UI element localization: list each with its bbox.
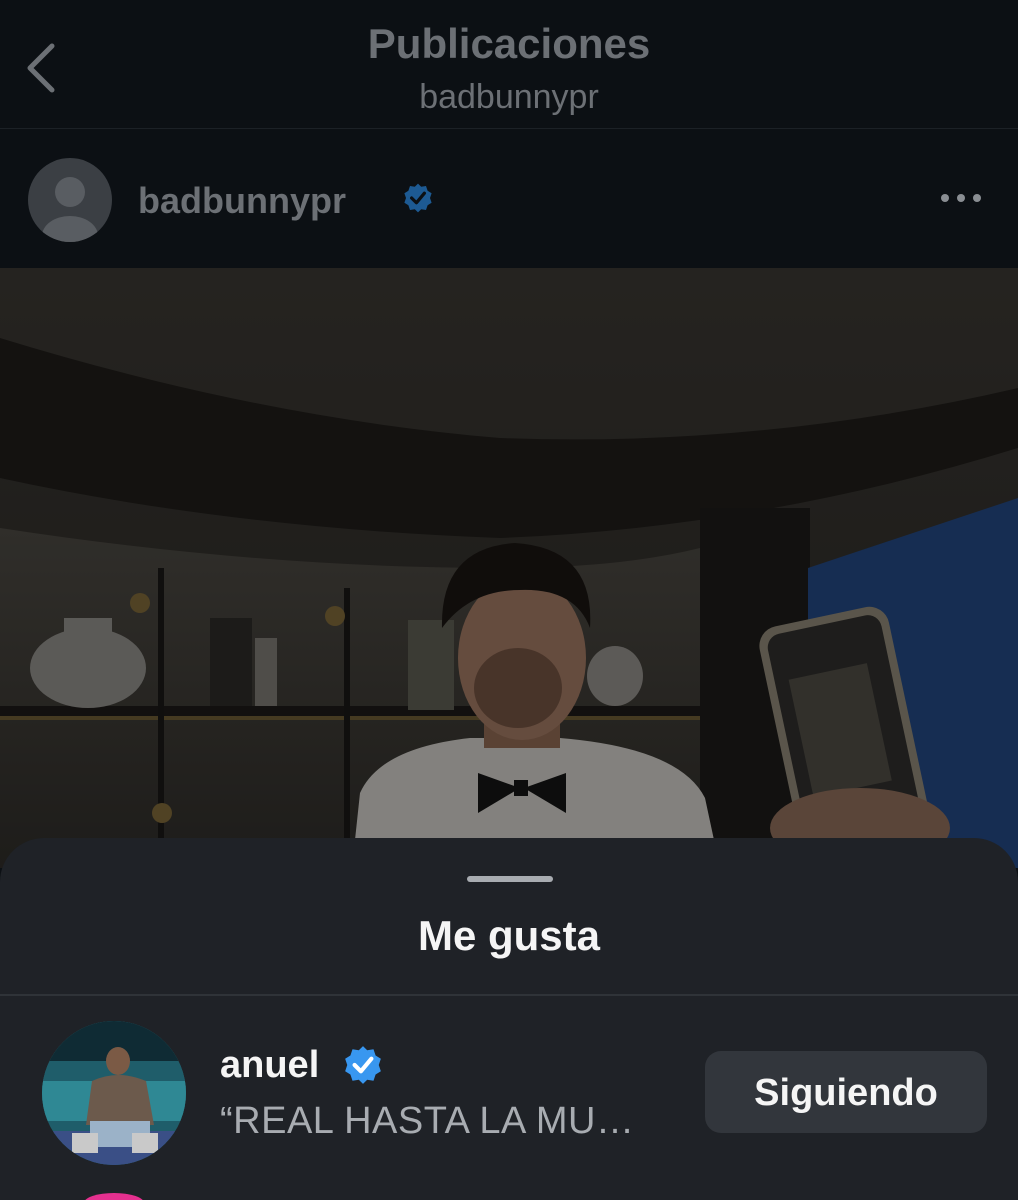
- avatar[interactable]: [28, 158, 112, 242]
- divider: [0, 994, 1018, 996]
- post-image[interactable]: [0, 268, 1018, 868]
- sheet-grabber-handle[interactable]: [467, 876, 553, 882]
- likes-sheet: Me gusta anuel “REAL HASTA LA MU… Siguie…: [0, 838, 1018, 1200]
- sheet-title: Me gusta: [417, 912, 601, 959]
- verified-badge-icon: [345, 1046, 381, 1084]
- post-username[interactable]: badbunnypr: [138, 180, 346, 222]
- avatar[interactable]: [42, 1021, 186, 1165]
- page-title: Publicaciones: [367, 20, 651, 67]
- list-item[interactable]: anuel “REAL HASTA LA MU… Siguiendo: [0, 1018, 1018, 1168]
- next-avatar-peek: [84, 1193, 144, 1200]
- verified-badge-icon: [404, 183, 432, 213]
- page-subtitle: badbunnypr: [419, 78, 599, 116]
- post-header: badbunnypr: [0, 128, 1018, 268]
- dim-overlay: [0, 268, 1018, 868]
- following-button[interactable]: Siguiendo: [705, 1051, 987, 1133]
- more-horizontal-icon[interactable]: [940, 190, 982, 206]
- avatar-photo: [42, 1021, 186, 1165]
- liker-bio: “REAL HASTA LA MU…: [220, 1100, 635, 1142]
- liker-username[interactable]: anuel: [220, 1044, 319, 1087]
- top-nav-bar: Publicaciones badbunnypr: [0, 0, 1018, 129]
- default-avatar-icon: [42, 177, 98, 242]
